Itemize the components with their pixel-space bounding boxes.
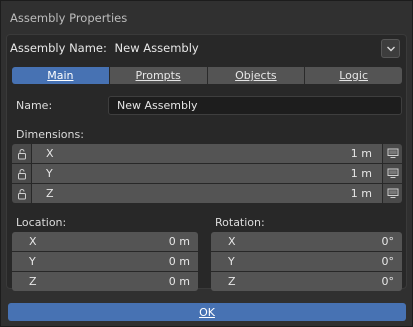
- axis-label: X: [228, 235, 236, 248]
- display-toggle-y[interactable]: [383, 164, 402, 183]
- rotation-x-field[interactable]: X 0°: [211, 232, 402, 251]
- field-value: 0°: [381, 255, 395, 268]
- location-group: X 0 m Y 0 m Z 0 m: [12, 232, 198, 292]
- tab-bar: Main Prompts Objects Logic: [12, 67, 402, 84]
- location-label: Location:: [16, 216, 67, 229]
- field-value: 1 m: [350, 147, 372, 160]
- chevron-down-icon: [386, 46, 395, 51]
- location-z-field[interactable]: Z 0 m: [12, 272, 198, 291]
- dimension-x-field[interactable]: X 1 m: [32, 144, 382, 163]
- dimension-row-y: Y 1 m: [12, 164, 402, 183]
- unlock-icon: [17, 148, 26, 159]
- tab-main[interactable]: Main: [12, 67, 110, 84]
- dimension-row-z: Z 1 m: [12, 184, 402, 203]
- display-toggle-z[interactable]: [383, 184, 402, 203]
- monitor-icon: [387, 148, 398, 158]
- axis-label: Z: [228, 275, 236, 288]
- lock-toggle-z[interactable]: [12, 184, 31, 203]
- dimension-y-field[interactable]: Y 1 m: [32, 164, 382, 183]
- dimensions-group: X 1 m Y 1 m Z 1 m: [12, 144, 402, 204]
- name-label: Name:: [16, 99, 53, 112]
- lock-toggle-y[interactable]: [12, 164, 31, 183]
- axis-label: Z: [29, 275, 37, 288]
- axis-label: Y: [29, 255, 36, 268]
- rotation-z-field[interactable]: Z 0°: [211, 272, 402, 291]
- monitor-icon: [387, 188, 398, 198]
- unlock-icon: [17, 168, 26, 179]
- rotation-label: Rotation:: [215, 216, 265, 229]
- location-x-field[interactable]: X 0 m: [12, 232, 198, 251]
- assembly-name-label: Assembly Name:: [10, 41, 107, 55]
- field-value: 0°: [381, 275, 395, 288]
- header-dropdown-button[interactable]: [381, 39, 400, 58]
- field-value: 0°: [381, 235, 395, 248]
- rotation-y-field[interactable]: Y 0°: [211, 252, 402, 271]
- field-value: 0 m: [168, 275, 190, 288]
- field-value: 0 m: [168, 255, 190, 268]
- axis-label: Y: [46, 167, 53, 180]
- assembly-name-header: Assembly Name: New Assembly: [10, 41, 199, 55]
- axis-label: Z: [46, 187, 54, 200]
- lock-toggle-x[interactable]: [12, 144, 31, 163]
- axis-label: Y: [228, 255, 235, 268]
- monitor-icon: [387, 168, 398, 178]
- field-value: 1 m: [350, 187, 372, 200]
- unlock-icon: [17, 188, 26, 199]
- field-value: 0 m: [168, 235, 190, 248]
- rotation-group: X 0° Y 0° Z 0°: [211, 232, 402, 292]
- display-toggle-x[interactable]: [383, 144, 402, 163]
- assembly-name-value: New Assembly: [114, 41, 199, 55]
- dimensions-label: Dimensions:: [16, 128, 84, 141]
- dimension-row-x: X 1 m: [12, 144, 402, 163]
- tab-logic[interactable]: Logic: [305, 67, 402, 84]
- axis-label: X: [46, 147, 54, 160]
- tab-prompts[interactable]: Prompts: [109, 67, 208, 84]
- dialog-title: Assembly Properties: [10, 11, 128, 25]
- assembly-properties-dialog: Assembly Properties Assembly Name: New A…: [0, 0, 413, 327]
- name-input[interactable]: New Assembly: [108, 96, 402, 115]
- tab-objects[interactable]: Objects: [207, 67, 306, 84]
- axis-label: X: [29, 235, 37, 248]
- field-value: 1 m: [350, 167, 372, 180]
- location-y-field[interactable]: Y 0 m: [12, 252, 198, 271]
- dimension-z-field[interactable]: Z 1 m: [32, 184, 382, 203]
- ok-button[interactable]: OK: [8, 303, 406, 321]
